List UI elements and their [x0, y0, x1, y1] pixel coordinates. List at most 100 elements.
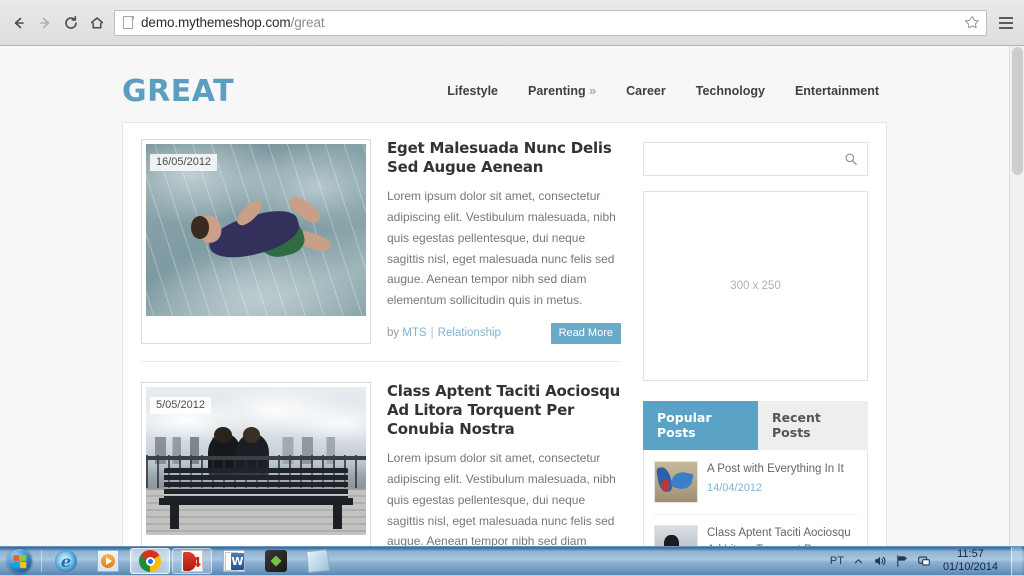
back-arrow-icon [11, 15, 27, 31]
nav-item-lifestyle[interactable]: Lifestyle [447, 84, 498, 98]
read-more-button[interactable]: Read More [551, 323, 621, 344]
reload-button[interactable] [58, 10, 84, 36]
submenu-chevron-icon: » [589, 84, 596, 98]
article-meta: by MTS | Relationship Read More [387, 323, 621, 344]
site-logo[interactable]: GREAT [122, 74, 234, 109]
site-header: GREAT Lifestyle Parenting » Career [122, 46, 887, 122]
article-author-link[interactable]: MTS [402, 327, 426, 339]
post-info: Class Aptent Taciti Aociosqu Ad Litora T… [707, 525, 857, 546]
taskbar-pdf-app[interactable]: 4 [172, 548, 212, 574]
bookmark-star-icon[interactable] [963, 13, 982, 32]
taskbar-nvidia-app[interactable] [256, 548, 296, 574]
nav-label: Entertainment [795, 84, 879, 98]
language-indicator[interactable]: PT [830, 555, 844, 567]
post-title[interactable]: Class Aptent Taciti Aociosqu Ad Litora T… [707, 525, 857, 546]
system-tray: PT 11:57 01/10/2014 [830, 547, 1024, 576]
pdf-app-icon: 4 [181, 550, 203, 572]
nav-label: Lifestyle [447, 84, 498, 98]
article-body: Eget Malesuada Nunc Delis Sed Augue Aene… [387, 139, 621, 344]
couple-on-bench-thumbnail [655, 526, 697, 546]
article-excerpt: Lorem ipsum dolor sit amet, consectetur … [387, 186, 621, 311]
search-input[interactable] [654, 152, 844, 166]
article-excerpt: Lorem ipsum dolor sit amet, consectetur … [387, 448, 621, 546]
taskbar-microsoft-word[interactable]: W [214, 548, 254, 574]
clock[interactable]: 11:57 01/10/2014 [939, 548, 1004, 575]
hamburger-menu-icon [999, 17, 1013, 19]
article-thumbnail[interactable]: 5/05/2012 [141, 382, 371, 546]
back-button[interactable] [6, 10, 32, 36]
page-scrollbar-thumb[interactable] [1012, 47, 1023, 175]
search-icon[interactable] [844, 152, 858, 166]
article-date-badge: 16/05/2012 [150, 154, 217, 171]
windows-logo-icon [7, 549, 32, 574]
advertisement-placeholder[interactable]: 300 x 250 [643, 191, 868, 381]
chrome-icon [139, 550, 161, 572]
notepad-icon [306, 549, 330, 573]
home-icon [89, 15, 105, 31]
tab-popular-posts[interactable]: Popular Posts [643, 401, 758, 450]
chevron-up-icon[interactable] [851, 554, 866, 569]
url-text: demo.mythemeshop.com/great [141, 15, 325, 30]
word-icon: W [223, 550, 245, 572]
article-date-badge: 5/05/2012 [150, 397, 211, 414]
post-title[interactable]: A Post with Everything In It [707, 461, 857, 478]
article-title[interactable]: Class Aptent Taciti Aociosqu Ad Litora T… [387, 382, 621, 440]
nav-item-entertainment[interactable]: Entertainment [795, 84, 879, 98]
sidebar-posts-panel: A Post with Everything In It 14/04/2012 [643, 450, 868, 546]
page-scrollbar[interactable] [1009, 46, 1024, 546]
browser-toolbar: demo.mythemeshop.com/great [0, 0, 1024, 46]
clock-time: 11:57 [943, 548, 998, 561]
taskbar-windows-media-player[interactable] [88, 548, 128, 574]
internet-explorer-icon: e [55, 550, 77, 572]
windows-taskbar: e 4 W PT 11:57 01/10/2014 [0, 546, 1024, 575]
url-path: /great [291, 15, 325, 30]
volume-icon[interactable] [873, 554, 888, 569]
sidebar-tabs: Popular Posts Recent Posts [643, 401, 868, 450]
article-category-link[interactable]: Relationship [438, 327, 501, 339]
post-date: 14/04/2012 [707, 482, 857, 494]
url-host: demo.mythemeshop.com [141, 15, 291, 30]
graffiti-wall-image [655, 462, 697, 502]
nav-label: Parenting [528, 84, 586, 98]
address-bar[interactable]: demo.mythemeshop.com/great [114, 10, 987, 36]
action-center-icon[interactable] [917, 554, 932, 569]
reload-icon [63, 15, 79, 31]
network-icon[interactable] [895, 554, 910, 569]
search-widget[interactable] [643, 142, 868, 176]
start-button[interactable] [0, 548, 38, 575]
byline-prefix: by [387, 327, 399, 339]
forward-arrow-icon [37, 15, 53, 31]
page-info-icon[interactable] [122, 15, 135, 30]
nav-item-career[interactable]: Career [626, 84, 666, 98]
article-thumbnail[interactable]: 16/05/2012 [141, 139, 371, 344]
sidebar: 300 x 250 Popular Posts Recent Posts [643, 139, 868, 546]
meta-separator: | [431, 327, 434, 339]
forward-button[interactable] [32, 10, 58, 36]
tab-recent-posts[interactable]: Recent Posts [758, 401, 868, 450]
taskbar-notepad-app[interactable] [298, 548, 338, 574]
nav-item-technology[interactable]: Technology [696, 84, 765, 98]
browser-window: demo.mythemeshop.com/great GREAT Lifesty… [0, 0, 1024, 546]
clock-date: 01/10/2014 [943, 561, 998, 574]
ad-size-label: 300 x 250 [730, 280, 781, 292]
page-viewport: GREAT Lifestyle Parenting » Career [0, 46, 1024, 546]
nav-item-parenting[interactable]: Parenting » [528, 84, 596, 98]
nvidia-icon [265, 550, 287, 572]
main-column: 16/05/2012 Eget Malesuada Nunc Delis Sed… [141, 139, 621, 546]
post-thumbnail [654, 525, 698, 546]
show-desktop-button[interactable] [1011, 547, 1022, 576]
taskbar-google-chrome[interactable] [130, 548, 170, 574]
nav-label: Technology [696, 84, 765, 98]
content-wrapper: 16/05/2012 Eget Malesuada Nunc Delis Sed… [122, 122, 887, 546]
list-item[interactable]: A Post with Everything In It 14/04/2012 [654, 461, 857, 515]
taskbar-internet-explorer[interactable]: e [46, 548, 86, 574]
article-item: 5/05/2012 Class Aptent Taciti Aociosqu A… [141, 382, 621, 546]
post-thumbnail [654, 461, 698, 503]
list-item[interactable]: Class Aptent Taciti Aociosqu Ad Litora T… [654, 525, 857, 546]
media-player-icon [97, 550, 119, 572]
article-title[interactable]: Eget Malesuada Nunc Delis Sed Augue Aene… [387, 139, 621, 177]
chrome-menu-button[interactable] [993, 10, 1018, 36]
home-button[interactable] [84, 10, 110, 36]
article-item: 16/05/2012 Eget Malesuada Nunc Delis Sed… [141, 139, 621, 362]
nav-label: Career [626, 84, 666, 98]
